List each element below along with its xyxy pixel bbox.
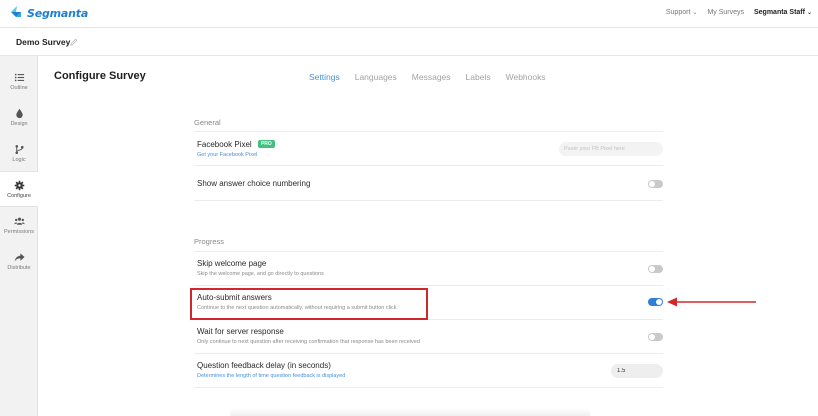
support-label: Support	[665, 9, 691, 16]
toggle-knob	[656, 299, 662, 305]
setting-description: Skip the welcome page, and go directly t…	[197, 271, 324, 277]
chevron-down-icon: ⌄	[806, 10, 812, 16]
segmanta-logo-icon	[11, 6, 21, 17]
pro-badge: PRO	[257, 140, 275, 148]
sidebar-label: Logic	[12, 156, 26, 163]
brand-name: Segmanta	[27, 6, 89, 20]
pencil-icon[interactable]	[70, 38, 78, 46]
segmanta-logo[interactable]: Segmanta	[8, 5, 88, 21]
setting-title: Show answer choice numbering	[197, 179, 311, 188]
feedback-delay-input[interactable]	[611, 364, 663, 378]
drop-icon	[15, 108, 23, 118]
toggle-knob	[649, 334, 655, 340]
page-bottom-edge	[230, 408, 590, 416]
facebook-pixel-link[interactable]: Get your Facebook Pixel	[197, 152, 257, 158]
survey-bar: Demo Survey	[0, 28, 818, 56]
annotation-arrow-icon	[667, 297, 756, 307]
setting-row-skip-welcome: Skip welcome page Skip the welcome page,…	[194, 251, 663, 285]
answer-numbering-toggle[interactable]	[648, 180, 663, 188]
sidebar-item-outline[interactable]: Outline	[0, 63, 38, 99]
top-navigation: Support ⌄ My Surveys Segmanta Staff ⌄	[666, 9, 812, 16]
section-title-general: General	[194, 118, 221, 127]
setting-description: Determines the length of time question f…	[197, 373, 346, 379]
users-icon	[13, 217, 25, 225]
skip-welcome-toggle[interactable]	[648, 265, 663, 273]
section-title-progress: Progress	[194, 237, 225, 246]
tab-webhooks[interactable]: Webhooks	[506, 72, 546, 82]
chevron-down-icon: ⌄	[692, 10, 698, 16]
sidebar-label: Outline	[10, 84, 28, 91]
sidebar-label: Configure	[7, 192, 31, 199]
sidebar-item-distribute[interactable]: Distribute	[0, 243, 38, 279]
account-menu[interactable]: Segmanta Staff ⌄	[754, 9, 812, 16]
setting-row-feedback-delay: Question feedback delay (in seconds) Det…	[194, 353, 663, 388]
setting-title: Facebook Pixel PRO	[197, 140, 275, 149]
sidebar-item-configure[interactable]: Configure	[0, 171, 38, 207]
top-bar: Segmanta Support ⌄ My Surveys Segmanta S…	[0, 0, 818, 28]
branch-icon	[14, 144, 24, 154]
setting-title: Skip welcome page	[197, 259, 267, 268]
my-surveys-link[interactable]: My Surveys	[707, 9, 744, 16]
sidebar-item-design[interactable]: Design	[0, 99, 38, 135]
support-menu[interactable]: Support ⌄	[666, 9, 698, 16]
sidebar-label: Permissions	[4, 228, 34, 235]
settings-tabs: Settings Languages Messages Labels Webho…	[309, 72, 546, 82]
share-icon	[14, 252, 25, 262]
facebook-pixel-input[interactable]	[559, 142, 663, 156]
setting-description: Only continue to next question after rec…	[197, 339, 420, 345]
gear-icon	[14, 180, 24, 190]
setting-row-answer-numbering: Show answer choice numbering	[194, 165, 663, 201]
list-icon	[14, 73, 24, 81]
auto-submit-toggle[interactable]	[648, 298, 663, 306]
sidebar-item-logic[interactable]: Logic	[0, 135, 38, 171]
setting-title: Question feedback delay (in seconds)	[197, 361, 331, 370]
tab-settings[interactable]: Settings	[309, 72, 340, 82]
setting-title: Wait for server response	[197, 327, 284, 336]
sidebar: Outline Design Logic Configure Permissio…	[0, 56, 38, 416]
wait-server-toggle[interactable]	[648, 333, 663, 341]
facebook-pixel-title: Facebook Pixel	[197, 140, 252, 149]
tab-messages[interactable]: Messages	[412, 72, 451, 82]
sidebar-label: Distribute	[7, 264, 31, 271]
setting-row-facebook-pixel: Facebook Pixel PRO Get your Facebook Pix…	[194, 131, 663, 165]
toggle-knob	[649, 181, 655, 187]
annotation-highlight-box	[190, 288, 428, 320]
survey-name: Demo Survey	[16, 37, 71, 47]
sidebar-label: Design	[10, 120, 28, 127]
setting-row-wait-server: Wait for server response Only continue t…	[194, 319, 663, 353]
account-name: Segmanta Staff	[754, 9, 805, 16]
sidebar-item-permissions[interactable]: Permissions	[0, 207, 38, 243]
toggle-knob	[649, 266, 655, 272]
page-title: Configure Survey	[54, 70, 146, 82]
tab-languages[interactable]: Languages	[355, 72, 397, 82]
tab-labels[interactable]: Labels	[466, 72, 491, 82]
